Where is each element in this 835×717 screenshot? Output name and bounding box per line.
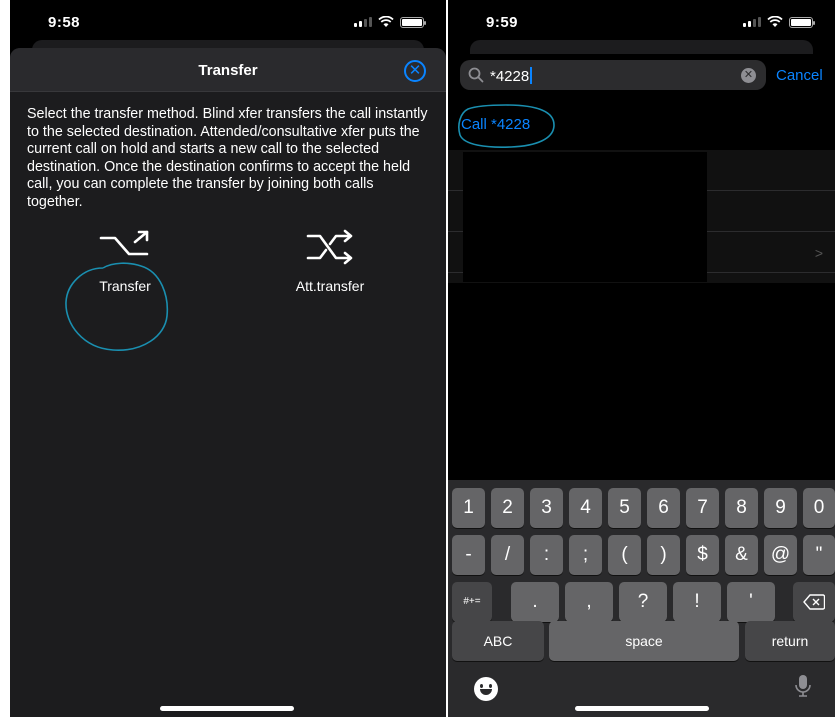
clear-search-icon[interactable]: ✕ xyxy=(741,68,756,83)
key-dash[interactable]: - xyxy=(452,535,485,575)
microphone-icon[interactable] xyxy=(795,674,811,698)
battery-icon xyxy=(789,16,815,28)
transfer-description: Select the transfer method. Blind xfer t… xyxy=(27,106,428,210)
key-3[interactable]: 3 xyxy=(530,488,563,528)
key-4[interactable]: 4 xyxy=(569,488,602,528)
status-bar: 9:59 xyxy=(448,0,835,44)
key-period[interactable]: . xyxy=(511,582,559,622)
cancel-button[interactable]: Cancel xyxy=(776,67,823,84)
sheet-title: Transfer xyxy=(198,62,258,79)
key-question[interactable]: ? xyxy=(619,582,667,622)
battery-icon xyxy=(400,16,426,28)
key-at[interactable]: @ xyxy=(764,535,797,575)
abc-key[interactable]: ABC xyxy=(452,621,544,661)
key-quote[interactable]: " xyxy=(803,535,835,575)
search-field[interactable]: *4228 ✕ xyxy=(460,60,766,90)
key-comma[interactable]: , xyxy=(565,582,613,622)
search-icon xyxy=(468,67,484,83)
status-icons xyxy=(743,16,815,28)
search-value: *4228 xyxy=(490,68,530,85)
wifi-icon xyxy=(378,16,394,27)
emoji-icon[interactable] xyxy=(474,677,498,701)
status-icons xyxy=(354,16,426,28)
key-colon[interactable]: : xyxy=(530,535,563,575)
key-ampersand[interactable]: & xyxy=(725,535,758,575)
keyboard: 1 2 3 4 5 6 7 8 9 0 - / : ; ( ) $ & @ " … xyxy=(448,480,835,717)
status-bar: 9:58 xyxy=(10,0,446,44)
close-icon[interactable]: ✕ xyxy=(404,60,426,82)
space-key[interactable]: space xyxy=(549,621,739,661)
key-1[interactable]: 1 xyxy=(452,488,485,528)
right-phone-screen: 9:59 *4228 ✕ Cancel Call *4228 > 1 2 3 4… xyxy=(448,0,835,717)
cellular-signal-icon xyxy=(743,17,761,27)
annotation-circle xyxy=(65,262,169,351)
annotation-circle xyxy=(458,104,555,148)
sheet-header: Transfer ✕ xyxy=(10,48,446,92)
search-input[interactable]: *4228 xyxy=(490,67,533,85)
key-0[interactable]: 0 xyxy=(803,488,835,528)
status-time: 9:58 xyxy=(48,14,81,31)
key-6[interactable]: 6 xyxy=(647,488,680,528)
attended-transfer-button[interactable]: Att.transfer xyxy=(260,228,400,294)
key-slash[interactable]: / xyxy=(491,535,524,575)
home-indicator xyxy=(575,706,709,711)
status-time: 9:59 xyxy=(486,14,519,31)
key-close-paren[interactable]: ) xyxy=(647,535,680,575)
key-apostrophe[interactable]: ' xyxy=(727,582,775,622)
text-caret xyxy=(530,67,533,84)
key-exclamation[interactable]: ! xyxy=(673,582,721,622)
attended-transfer-icon xyxy=(306,229,353,265)
return-key[interactable]: return xyxy=(745,621,835,661)
key-open-paren[interactable]: ( xyxy=(608,535,641,575)
key-5[interactable]: 5 xyxy=(608,488,641,528)
attended-transfer-label: Att.transfer xyxy=(295,278,365,294)
key-9[interactable]: 9 xyxy=(764,488,797,528)
backspace-icon xyxy=(803,594,826,610)
sheet-peek xyxy=(470,40,813,54)
key-2[interactable]: 2 xyxy=(491,488,524,528)
home-indicator xyxy=(160,706,294,711)
key-7[interactable]: 7 xyxy=(686,488,719,528)
chevron-right-icon: > xyxy=(814,245,823,261)
left-phone-screen: 9:58 Transfer ✕ Select the transfer meth… xyxy=(10,0,446,717)
key-semicolon[interactable]: ; xyxy=(569,535,602,575)
redacted-block xyxy=(463,152,707,282)
cellular-signal-icon xyxy=(354,17,372,27)
key-dollar[interactable]: $ xyxy=(686,535,719,575)
transfer-sheet: Transfer ✕ Select the transfer method. B… xyxy=(10,48,446,717)
wifi-icon xyxy=(767,16,783,27)
key-symbols-toggle[interactable]: #+= xyxy=(452,582,492,622)
backspace-key[interactable] xyxy=(793,582,835,622)
key-8[interactable]: 8 xyxy=(725,488,758,528)
